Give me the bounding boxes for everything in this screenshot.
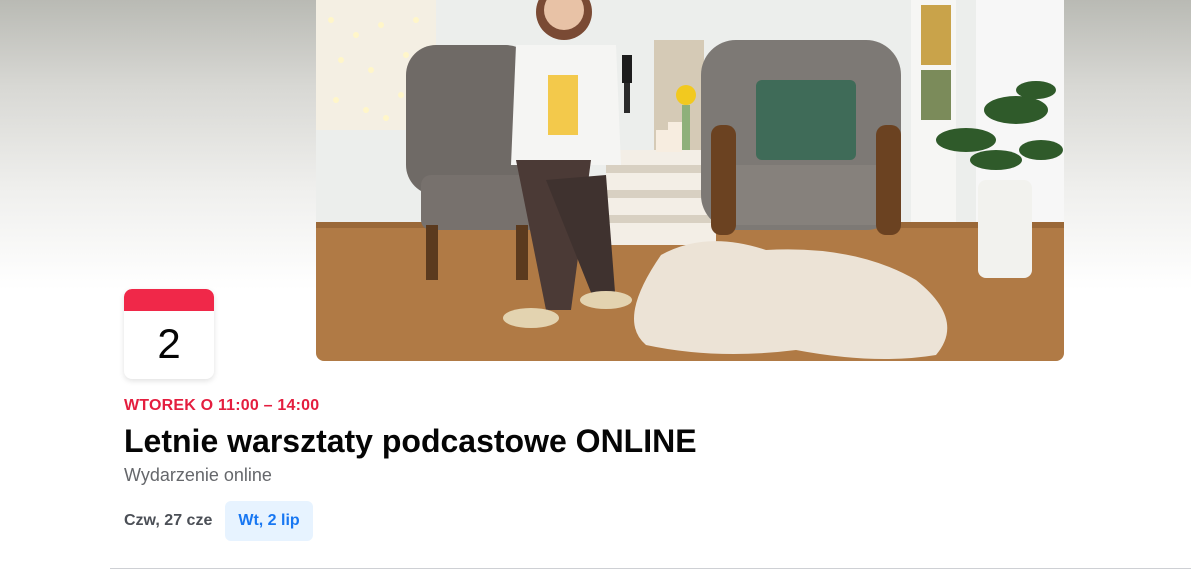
cover-photo-image	[316, 0, 1064, 361]
date-badge-header	[124, 289, 214, 311]
date-tab-thu-27-jun[interactable]: Czw, 27 cze	[124, 501, 225, 541]
date-tab-tue-2-jul[interactable]: Wt, 2 lip	[225, 501, 313, 541]
event-location[interactable]: Wydarzenie online	[124, 465, 272, 486]
date-badge-day: 2	[157, 320, 181, 367]
event-time: WTOREK O 11:00 – 14:00	[124, 397, 320, 414]
event-cover-photo[interactable]	[316, 0, 1064, 361]
date-selector: Czw, 27 cze Wt, 2 lip	[124, 501, 313, 541]
section-divider	[110, 568, 1191, 569]
event-title: Letnie warsztaty podcastowe ONLINE	[124, 423, 697, 459]
event-date-badge: 2	[124, 289, 214, 379]
